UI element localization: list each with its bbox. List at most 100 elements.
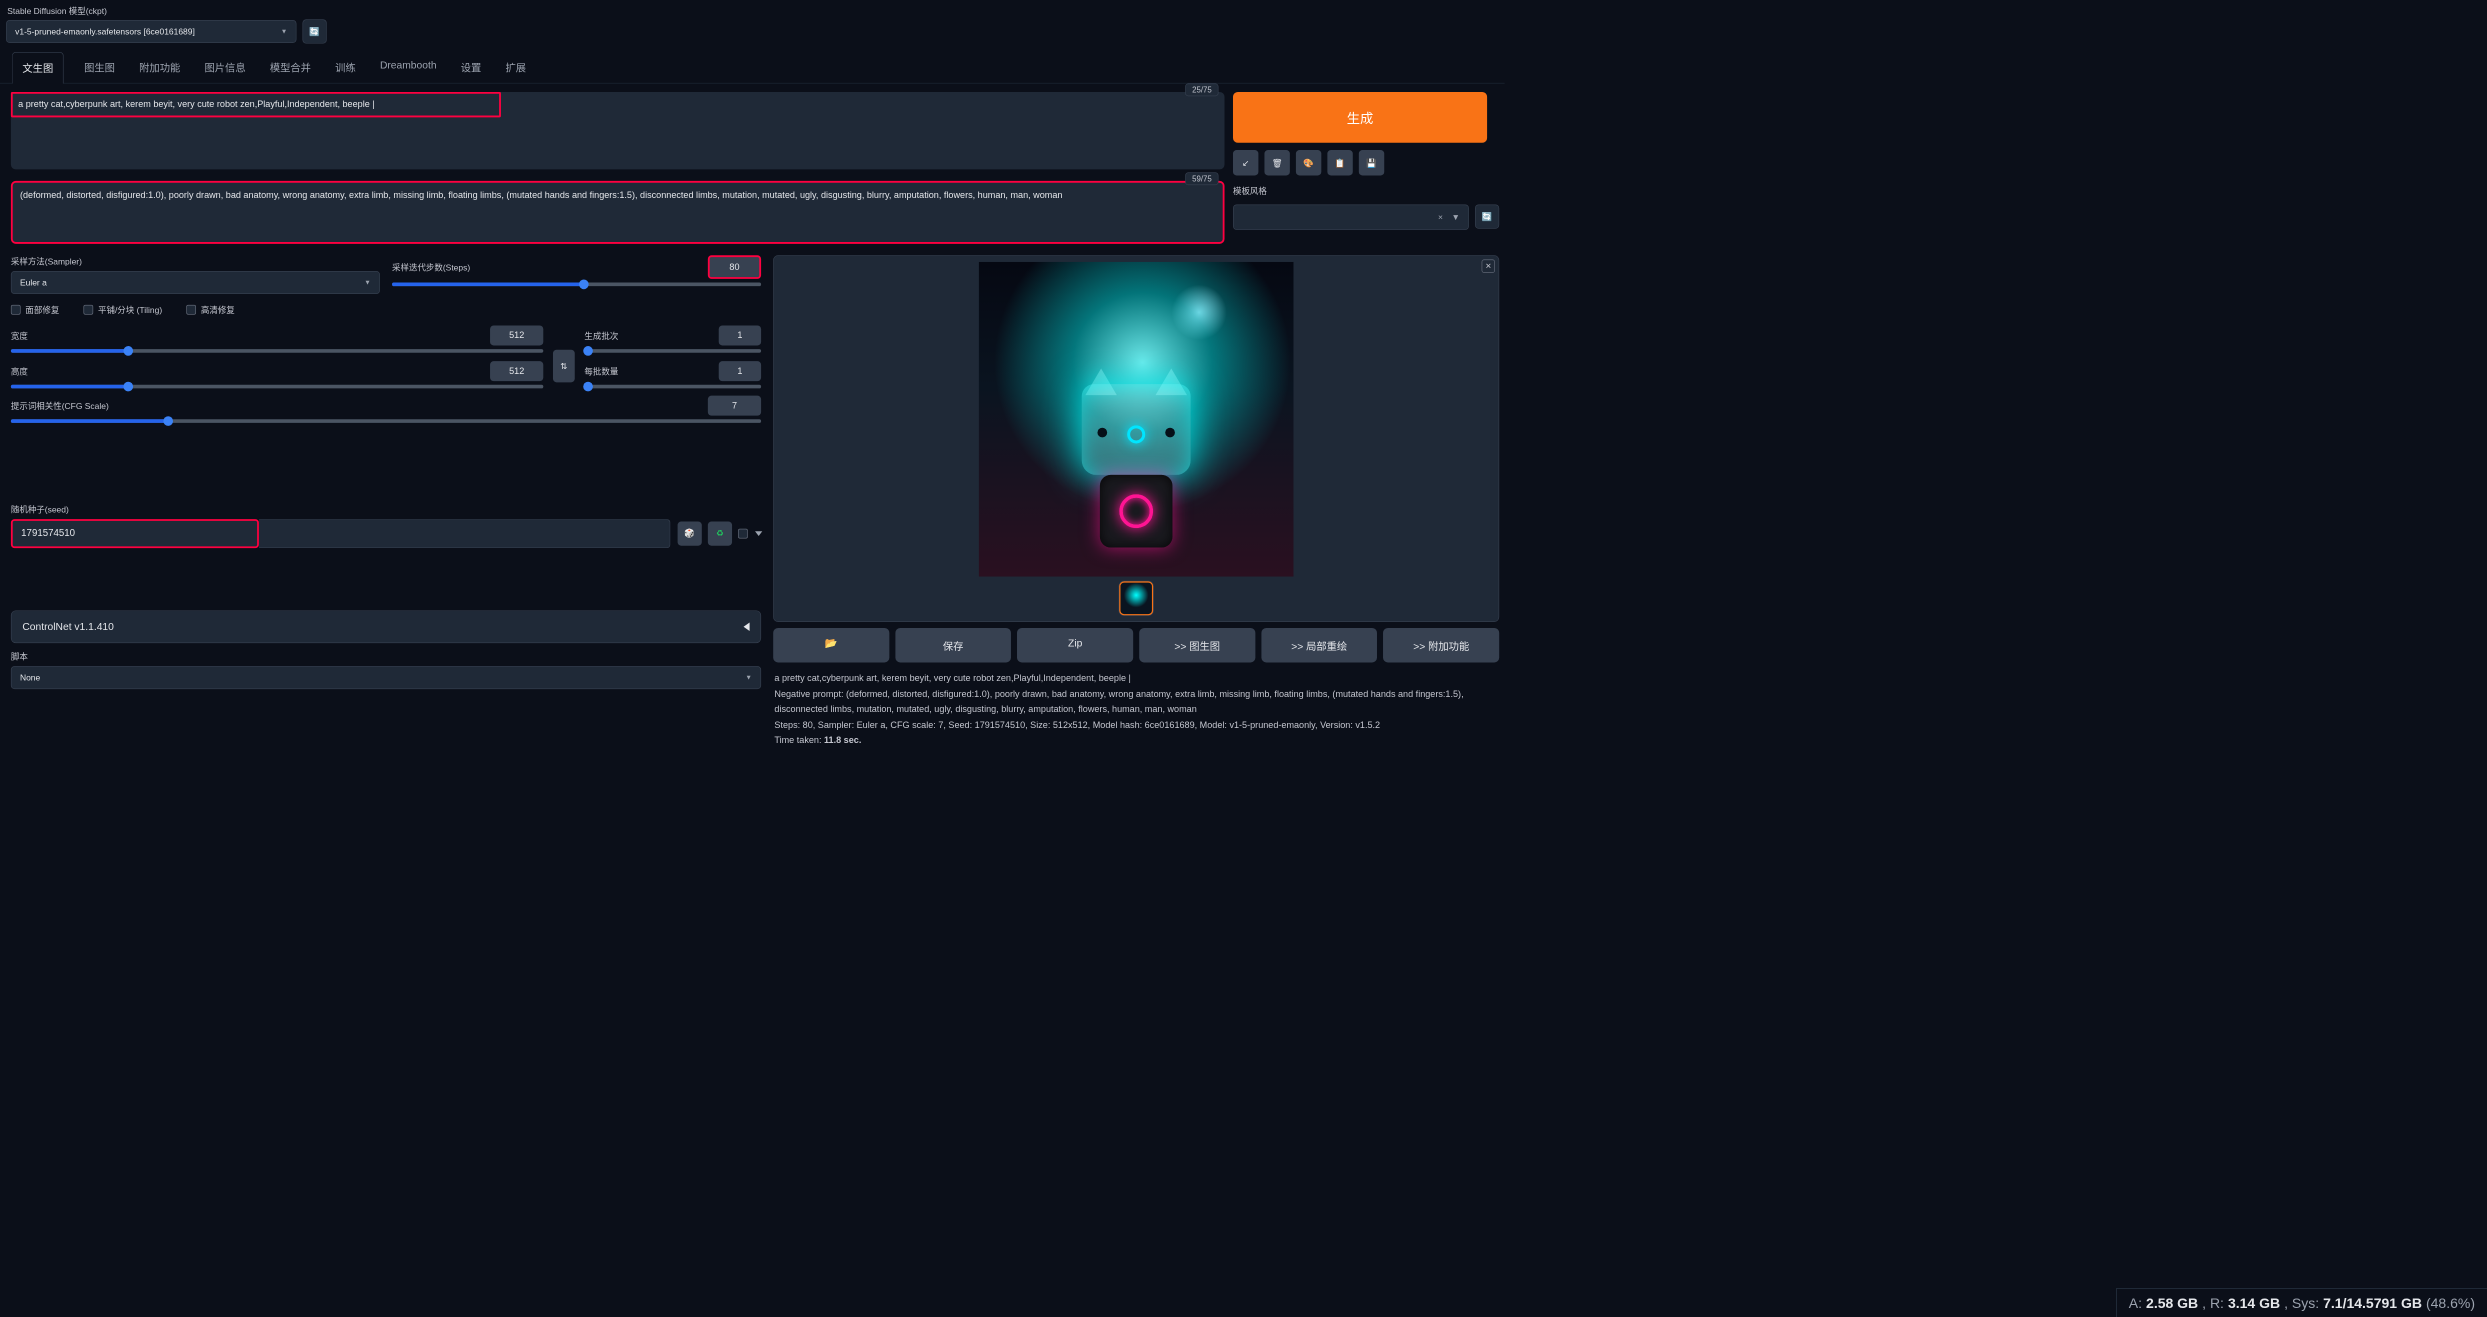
tiling-label: 平铺/分块 (Tiling) (98, 304, 162, 316)
main-tabs: 文生图 图生图 附加功能 图片信息 模型合并 训练 Dreambooth 设置 … (0, 52, 1505, 83)
script-value: None (20, 673, 40, 683)
controlnet-accordion[interactable]: ControlNet v1.1.410 (11, 610, 761, 643)
chevron-down-icon: ▼ (281, 28, 288, 35)
style-dropdown[interactable]: × ▼ (1233, 204, 1469, 229)
seed-extra-check[interactable] (738, 528, 748, 538)
save-style-button[interactable]: 💾 (1359, 150, 1384, 175)
face-restore-check[interactable]: 面部修复 (11, 304, 59, 316)
sampler-dropdown[interactable]: Euler a ▼ (11, 271, 380, 294)
generate-button[interactable]: 生成 (1233, 92, 1487, 143)
swap-icon: ⇅ (560, 361, 567, 371)
refresh-icon: 🔄 (309, 26, 320, 36)
tab-txt2img[interactable]: 文生图 (12, 52, 63, 83)
batch-count-value[interactable] (719, 325, 761, 345)
tab-dreambooth[interactable]: Dreambooth (376, 52, 440, 83)
clear-icon[interactable]: × (1438, 212, 1443, 222)
sampler-label: 采样方法(Sampler) (11, 255, 380, 267)
tab-settings[interactable]: 设置 (457, 52, 485, 83)
prompt-wrap: 25/75 a pretty cat,cyberpunk art, kerem … (11, 92, 1225, 171)
height-slider[interactable] (11, 385, 543, 389)
send-img2img-button[interactable]: >> 图生图 (1139, 628, 1255, 662)
cfg-value[interactable] (708, 396, 761, 416)
clipboard-button[interactable]: 📋 (1327, 150, 1352, 175)
arrow-button[interactable]: ↙ (1233, 150, 1258, 175)
result-panel: ✕ (773, 255, 1499, 622)
neg-prompt-input[interactable]: (deformed, distorted, disfigured:1.0), p… (11, 181, 1225, 244)
info-neg: Negative prompt: (deformed, distorted, d… (774, 686, 1498, 717)
chevron-down-icon: ▼ (1451, 212, 1459, 222)
tiling-check[interactable]: 平铺/分块 (Tiling) (83, 304, 162, 316)
tab-pnginfo[interactable]: 图片信息 (201, 52, 249, 83)
batch-count-label: 生成批次 (584, 329, 618, 341)
tab-extensions[interactable]: 扩展 (502, 52, 530, 83)
random-seed-button[interactable]: 🎲 (678, 521, 702, 545)
style-apply-button[interactable]: 🎨 (1296, 150, 1321, 175)
tab-img2img[interactable]: 图生图 (80, 52, 118, 83)
controlnet-label: ControlNet v1.1.410 (22, 621, 113, 633)
send-extras-button[interactable]: >> 附加功能 (1383, 628, 1499, 662)
hires-label: 高清修复 (201, 304, 235, 316)
save-icon: 💾 (1366, 158, 1377, 168)
vram-footer: A: 2.58 GB , R: 3.14 GB , Sys: 7.1/14.57… (2116, 1288, 2487, 1317)
info-params: Steps: 80, Sampler: Euler a, CFG scale: … (774, 717, 1498, 732)
steps-label: 采样迭代步数(Steps) (392, 261, 470, 273)
cfg-label: 提示词相关性(CFG Scale) (11, 400, 109, 412)
chevron-down-icon: ▼ (364, 279, 371, 286)
style-label: 模板风格 (1233, 183, 1499, 198)
send-inpaint-button[interactable]: >> 局部重绘 (1261, 628, 1377, 662)
generate-panel: 生成 ↙ 🗑 🎨 📋 💾 模板风格 × ▼ 🔄 (1233, 92, 1499, 246)
hires-check[interactable]: 高清修复 (186, 304, 234, 316)
script-dropdown[interactable]: None ▼ (11, 666, 761, 689)
seed-rest[interactable] (259, 519, 670, 548)
steps-value[interactable] (708, 255, 761, 279)
chevron-left-icon (744, 623, 750, 631)
batch-size-value[interactable] (719, 361, 761, 381)
height-value[interactable] (490, 361, 543, 381)
dice-icon: 🎲 (684, 528, 695, 538)
close-result-button[interactable]: ✕ (1482, 260, 1495, 273)
open-folder-button[interactable]: 📂 (773, 628, 889, 662)
clear-button[interactable]: 🗑 (1264, 150, 1289, 175)
model-value: v1-5-pruned-emaonly.safetensors [6ce0161… (15, 27, 195, 37)
sampler-block: 采样方法(Sampler) Euler a ▼ (11, 255, 380, 294)
seed-input[interactable] (11, 519, 259, 548)
face-restore-label: 面部修复 (25, 304, 59, 316)
result-thumbnail[interactable] (1119, 581, 1153, 615)
script-label: 脚本 (11, 650, 761, 662)
recycle-icon: ♻ (716, 528, 724, 538)
reuse-seed-button[interactable]: ♻ (708, 521, 732, 545)
refresh-styles-button[interactable]: 🔄 (1475, 204, 1499, 228)
batch-size-label: 每批数量 (584, 365, 618, 377)
save-button[interactable]: 保存 (895, 628, 1011, 662)
result-image[interactable] (979, 262, 1294, 577)
model-label: Stable Diffusion 模型(ckpt) (0, 0, 1505, 19)
width-label: 宽度 (11, 329, 28, 341)
tab-extras[interactable]: 附加功能 (136, 52, 184, 83)
steps-slider[interactable] (392, 283, 761, 287)
info-time: Time taken: 11.8 sec. (774, 733, 1498, 748)
width-value[interactable] (490, 325, 543, 345)
swap-dims-button[interactable]: ⇅ (553, 350, 575, 383)
model-dropdown[interactable]: v1-5-pruned-emaonly.safetensors [6ce0161… (6, 20, 296, 43)
batch-size-slider[interactable] (584, 385, 761, 389)
generation-info: a pretty cat,cyberpunk art, kerem beyit,… (773, 669, 1499, 751)
sampler-value: Euler a (20, 278, 47, 288)
tab-train[interactable]: 训练 (332, 52, 360, 83)
tab-merge[interactable]: 模型合并 (266, 52, 314, 83)
prompt-counter: 25/75 (1185, 83, 1218, 96)
info-prompt: a pretty cat,cyberpunk art, kerem beyit,… (774, 671, 1498, 686)
height-label: 高度 (11, 365, 28, 377)
neg-prompt-wrap: 59/75 (deformed, distorted, disfigured:1… (11, 181, 1225, 246)
neg-prompt-counter: 59/75 (1185, 172, 1218, 185)
batch-count-slider[interactable] (584, 349, 761, 353)
palette-icon: 🎨 (1303, 158, 1314, 168)
refresh-model-button[interactable]: 🔄 (303, 19, 327, 43)
trash-icon: 🗑 (1272, 158, 1283, 168)
prompt-input[interactable]: a pretty cat,cyberpunk art, kerem beyit,… (11, 92, 1225, 169)
expand-icon[interactable] (755, 531, 762, 536)
zip-button[interactable]: Zip (1017, 628, 1133, 662)
width-slider[interactable] (11, 349, 543, 353)
close-icon: ✕ (1485, 262, 1491, 270)
seed-label: 随机种子(seed) (11, 503, 761, 515)
cfg-slider[interactable] (11, 419, 761, 423)
